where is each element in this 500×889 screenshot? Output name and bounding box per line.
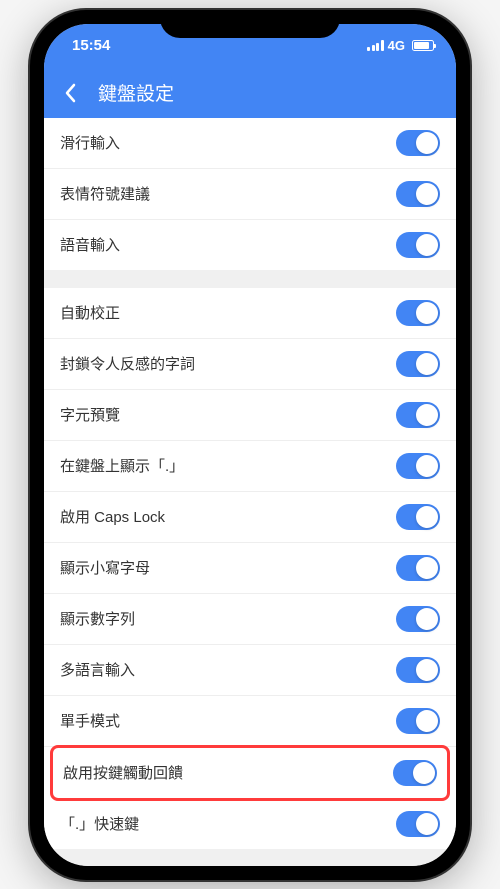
row-caps-lock[interactable]: 啟用 Caps Lock (44, 492, 456, 543)
row-show-period[interactable]: 在鍵盤上顯示「.」 (44, 441, 456, 492)
row-char-preview[interactable]: 字元預覽 (44, 390, 456, 441)
phone-frame: 15:54 4G 鍵盤設定 滑行輸入 (30, 10, 470, 880)
row-label: 封鎖令人反感的字詞 (60, 353, 195, 374)
status-time: 15:54 (72, 37, 110, 54)
phone-screen: 15:54 4G 鍵盤設定 滑行輸入 (44, 24, 456, 866)
toggle-one-handed[interactable] (396, 708, 440, 734)
row-label: 單手模式 (60, 710, 120, 731)
row-label: 語音輸入 (60, 234, 120, 255)
settings-section-2: 自動校正 封鎖令人反感的字詞 字元預覽 在鍵盤上顯示「.」 啟用 Caps Lo… (44, 288, 456, 849)
row-label: 啟用按鍵觸動回饋 (63, 762, 183, 783)
toggle-block-offensive[interactable] (396, 351, 440, 377)
toggle-autocorrect[interactable] (396, 300, 440, 326)
toggle-emoji-suggestions[interactable] (396, 181, 440, 207)
row-label: 顯示小寫字母 (60, 557, 150, 578)
row-haptic-feedback[interactable]: 啟用按鍵觸動回饋 (50, 745, 450, 801)
toggle-multilingual[interactable] (396, 657, 440, 683)
header: 鍵盤設定 (44, 68, 456, 118)
row-label: 字元預覽 (60, 404, 120, 425)
toggle-caps-lock[interactable] (396, 504, 440, 530)
toggle-period-shortcut[interactable] (396, 811, 440, 837)
row-autocorrect[interactable]: 自動校正 (44, 288, 456, 339)
row-label: 多語言輸入 (60, 659, 135, 680)
settings-section-1: 滑行輸入 表情符號建議 語音輸入 (44, 118, 456, 270)
row-label: 在鍵盤上顯示「.」 (60, 455, 184, 476)
row-label: 顯示數字列 (60, 608, 135, 629)
status-right: 4G (367, 38, 434, 53)
toggle-lowercase[interactable] (396, 555, 440, 581)
toggle-voice-input[interactable] (396, 232, 440, 258)
row-multilingual[interactable]: 多語言輸入 (44, 645, 456, 696)
toggle-show-period[interactable] (396, 453, 440, 479)
page-title: 鍵盤設定 (98, 79, 174, 106)
signal-icon (367, 40, 384, 51)
row-glide-typing[interactable]: 滑行輸入 (44, 118, 456, 169)
toggle-char-preview[interactable] (396, 402, 440, 428)
settings-content[interactable]: 滑行輸入 表情符號建議 語音輸入 自動校正 封鎖令人反感的 (44, 118, 456, 866)
battery-icon (412, 40, 434, 51)
row-label: 表情符號建議 (60, 183, 150, 204)
toggle-haptic-feedback[interactable] (393, 760, 437, 786)
row-label: 啟用 Caps Lock (60, 506, 165, 527)
toggle-number-row[interactable] (396, 606, 440, 632)
row-block-offensive[interactable]: 封鎖令人反感的字詞 (44, 339, 456, 390)
network-label: 4G (388, 38, 405, 53)
chevron-left-icon (64, 83, 76, 103)
row-voice-input[interactable]: 語音輸入 (44, 220, 456, 270)
toggle-glide-typing[interactable] (396, 130, 440, 156)
row-number-row[interactable]: 顯示數字列 (44, 594, 456, 645)
row-lowercase[interactable]: 顯示小寫字母 (44, 543, 456, 594)
notch (160, 10, 340, 38)
row-period-shortcut[interactable]: 「.」快速鍵 (44, 799, 456, 849)
row-emoji-suggestions[interactable]: 表情符號建議 (44, 169, 456, 220)
row-label: 滑行輸入 (60, 132, 120, 153)
row-one-handed[interactable]: 單手模式 (44, 696, 456, 747)
row-label: 自動校正 (60, 302, 120, 323)
back-button[interactable] (58, 81, 82, 105)
row-label: 「.」快速鍵 (60, 813, 139, 834)
